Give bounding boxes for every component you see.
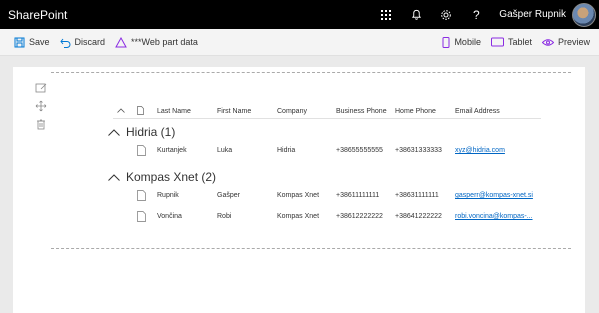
column-header-email[interactable]: Email Address: [455, 108, 500, 115]
web-part-toolbar: [35, 82, 49, 136]
chevron-up-icon: [108, 173, 120, 181]
group-title: Hidria (1): [126, 125, 176, 139]
column-header-last-name[interactable]: Last Name: [157, 108, 191, 115]
cell-home-phone: +38631111111: [395, 192, 439, 199]
header-divider: [113, 118, 541, 119]
tablet-label: Tablet: [507, 37, 532, 47]
cell-last-name: Rupnik: [157, 192, 179, 199]
mobile-label: Mobile: [454, 37, 481, 47]
preview-label: Preview: [557, 37, 590, 47]
mobile-button[interactable]: Mobile: [437, 29, 486, 56]
cell-company: Hidria: [277, 147, 296, 154]
warning-icon: [115, 36, 127, 47]
chevron-up-icon: [108, 128, 120, 136]
device-preview-group: Mobile Tablet Preview: [437, 29, 599, 56]
delete-icon[interactable]: [35, 118, 47, 130]
discard-label: Discard: [74, 37, 106, 47]
list-header: Last Name First Name Company Business Ph…: [51, 105, 571, 119]
cell-business-phone: +38611111111: [336, 192, 380, 199]
group-header-hidria[interactable]: Hidria (1): [108, 125, 175, 139]
user-name[interactable]: Gašper Rupnik: [499, 9, 566, 20]
suite-bar: SharePoint ? Gašper Rupnik: [0, 0, 599, 29]
cell-home-phone: +38641222222: [395, 213, 442, 220]
command-bar: Save Discard ***Web part data Mobile Tab…: [0, 29, 599, 56]
column-header-first-name[interactable]: First Name: [217, 108, 251, 115]
move-icon[interactable]: [35, 100, 47, 112]
page-canvas: Last Name First Name Company Business Ph…: [13, 67, 585, 313]
bell-icon[interactable]: [401, 0, 431, 29]
cell-email-link[interactable]: gasperr@kompas-xnet.si: [455, 192, 533, 199]
discard-button[interactable]: Discard: [55, 29, 111, 56]
column-header-company[interactable]: Company: [277, 108, 307, 115]
waffle-icon[interactable]: [371, 0, 401, 29]
collapse-all-icon[interactable]: [117, 108, 125, 113]
mobile-icon: [442, 36, 450, 48]
gear-icon[interactable]: [431, 0, 461, 29]
cell-email-link[interactable]: robi.voncina@kompas-...: [455, 213, 533, 220]
suite-bar-right: ? Gašper Rupnik: [371, 0, 599, 29]
cell-business-phone: +38612222222: [336, 213, 383, 220]
save-label: Save: [29, 37, 50, 47]
save-icon: [14, 37, 25, 47]
group-title: Kompas Xnet (2): [126, 170, 217, 184]
cell-business-phone: +38655555555: [336, 147, 383, 154]
tablet-icon: [490, 37, 504, 47]
cell-first-name: Luka: [217, 147, 233, 154]
grouped-list: Last Name First Name Company Business Ph…: [51, 73, 571, 250]
column-header-home-phone[interactable]: Home Phone: [395, 108, 436, 115]
web-part-data-label: ***Web part data: [131, 37, 198, 47]
tablet-button[interactable]: Tablet: [486, 29, 537, 56]
save-button[interactable]: Save: [9, 29, 55, 56]
cell-first-name: Robi: [217, 213, 232, 220]
undo-icon: [59, 38, 70, 48]
column-header-business-phone[interactable]: Business Phone: [336, 108, 387, 115]
app-title[interactable]: SharePoint: [8, 8, 67, 22]
web-part-data-button[interactable]: ***Web part data: [110, 29, 203, 56]
document-icon: [137, 211, 146, 222]
cell-last-name: Kurtanjek: [157, 147, 187, 154]
file-type-header-icon[interactable]: [137, 106, 144, 115]
cell-home-phone: +38631333333: [395, 147, 442, 154]
cell-company: Kompas Xnet: [277, 213, 320, 220]
group-header-kompas-xnet[interactable]: Kompas Xnet (2): [108, 170, 216, 184]
cell-last-name: Vončina: [157, 213, 182, 220]
cell-first-name: Gašper: [217, 192, 240, 199]
cell-company: Kompas Xnet: [277, 192, 320, 199]
document-icon: [137, 190, 146, 201]
avatar[interactable]: [572, 2, 596, 27]
preview-button[interactable]: Preview: [537, 29, 595, 56]
preview-icon: [541, 38, 554, 46]
help-glyph: ?: [472, 7, 480, 22]
cell-email-link[interactable]: xyz@hidria.com: [455, 147, 505, 154]
edit-icon[interactable]: [35, 82, 47, 94]
help-icon[interactable]: ?: [461, 0, 491, 29]
list-web-part: Last Name First Name Company Business Ph…: [51, 72, 571, 249]
document-icon: [137, 145, 146, 156]
